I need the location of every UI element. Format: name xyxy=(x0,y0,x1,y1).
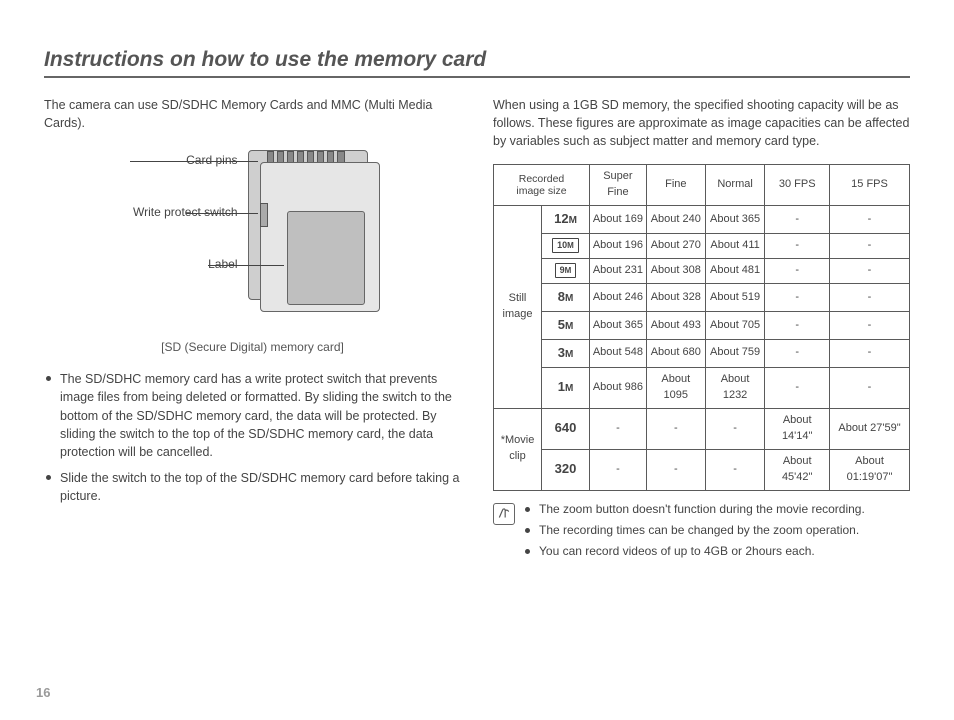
table-cell: About 1095 xyxy=(646,367,705,408)
table-cell: About 169 xyxy=(590,206,647,234)
table-cell: About 45'42" xyxy=(765,449,830,490)
table-cell: About 986 xyxy=(590,367,647,408)
right-intro: When using a 1GB SD memory, the specifie… xyxy=(493,96,910,150)
table-cell: - xyxy=(646,408,705,449)
table-cell: About 705 xyxy=(705,312,765,340)
table-cell: - xyxy=(705,408,765,449)
table-cell: About 01:19'07" xyxy=(830,449,910,490)
write-protect-switch-icon xyxy=(260,203,268,227)
table-row: 10MAbout 196About 270About 411-- xyxy=(494,234,910,259)
table-cell: About 246 xyxy=(590,284,647,312)
table-cell: About 411 xyxy=(705,234,765,259)
table-size-cell: 1M xyxy=(542,367,590,408)
table-cell: - xyxy=(765,339,830,367)
table-row: 8MAbout 246About 328About 519-- xyxy=(494,284,910,312)
table-group-label: *Movieclip xyxy=(494,408,542,490)
page-title: Instructions on how to use the memory ca… xyxy=(44,48,910,78)
sd-label-area-icon xyxy=(287,211,365,305)
table-size-cell: 10M xyxy=(542,234,590,259)
table-size-cell: 9M xyxy=(542,259,590,284)
table-cell: - xyxy=(590,408,647,449)
table-header: Normal xyxy=(705,165,765,206)
table-header: 15 FPS xyxy=(830,165,910,206)
table-cell: About 328 xyxy=(646,284,705,312)
left-intro: The camera can use SD/SDHC Memory Cards … xyxy=(44,96,461,132)
table-row: 3MAbout 548About 680About 759-- xyxy=(494,339,910,367)
table-row: 320---About 45'42"About 01:19'07" xyxy=(494,449,910,490)
table-header: Recordedimage size xyxy=(494,165,590,206)
left-bullets: The SD/SDHC memory card has a write prot… xyxy=(44,370,461,505)
table-row: Stillimage12MAbout 169About 240About 365… xyxy=(494,206,910,234)
table-cell: About 548 xyxy=(590,339,647,367)
table-cell: - xyxy=(830,206,910,234)
table-cell: About 481 xyxy=(705,259,765,284)
sd-card-diagram: Card pins Write protect switch Label [SD… xyxy=(68,146,438,356)
table-cell: - xyxy=(765,284,830,312)
note-item: The zoom button doesn't function during … xyxy=(525,501,865,518)
table-row: 9MAbout 231About 308About 481-- xyxy=(494,259,910,284)
table-cell: - xyxy=(830,284,910,312)
table-cell: - xyxy=(830,234,910,259)
table-cell: - xyxy=(705,449,765,490)
notes-list: The zoom button doesn't function during … xyxy=(523,501,865,565)
left-bullet: Slide the switch to the top of the SD/SD… xyxy=(46,469,461,505)
table-cell: About 196 xyxy=(590,234,647,259)
capacity-table: Recordedimage sizeSuper FineFineNormal30… xyxy=(493,164,910,490)
table-size-cell: 8M xyxy=(542,284,590,312)
table-row: 5MAbout 365About 493About 705-- xyxy=(494,312,910,340)
table-row: 1MAbout 986About 1095About 1232-- xyxy=(494,367,910,408)
table-row: *Movieclip640---About 14'14"About 27'59" xyxy=(494,408,910,449)
table-size-cell: 320 xyxy=(542,449,590,490)
table-size-cell: 12M xyxy=(542,206,590,234)
table-cell: - xyxy=(830,367,910,408)
table-cell: About 270 xyxy=(646,234,705,259)
table-cell: - xyxy=(590,449,647,490)
table-cell: - xyxy=(765,259,830,284)
table-cell: - xyxy=(765,312,830,340)
diagram-caption: [SD (Secure Digital) memory card] xyxy=(68,339,438,356)
table-cell: - xyxy=(646,449,705,490)
table-cell: - xyxy=(830,339,910,367)
table-cell: About 231 xyxy=(590,259,647,284)
table-size-cell: 640 xyxy=(542,408,590,449)
note-item: You can record videos of up to 4GB or 2h… xyxy=(525,543,865,560)
callout-label: Label xyxy=(68,256,238,273)
table-cell: - xyxy=(765,206,830,234)
table-cell: - xyxy=(765,234,830,259)
table-size-cell: 3M xyxy=(542,339,590,367)
table-cell: - xyxy=(830,259,910,284)
table-cell: About 14'14" xyxy=(765,408,830,449)
note-item: The recording times can be changed by th… xyxy=(525,522,865,539)
table-cell: About 365 xyxy=(705,206,765,234)
page-number: 16 xyxy=(36,685,50,700)
right-column: When using a 1GB SD memory, the specifie… xyxy=(493,96,910,565)
table-cell: About 240 xyxy=(646,206,705,234)
note-icon xyxy=(493,503,515,525)
table-size-cell: 5M xyxy=(542,312,590,340)
sd-card-icon xyxy=(248,150,378,312)
callout-write-protect: Write protect switch xyxy=(68,204,238,221)
table-header: Fine xyxy=(646,165,705,206)
table-cell: About 493 xyxy=(646,312,705,340)
table-cell: About 680 xyxy=(646,339,705,367)
left-bullet: The SD/SDHC memory card has a write prot… xyxy=(46,370,461,461)
table-cell: About 27'59" xyxy=(830,408,910,449)
table-cell: About 308 xyxy=(646,259,705,284)
table-header: 30 FPS xyxy=(765,165,830,206)
note-box: The zoom button doesn't function during … xyxy=(493,501,910,565)
table-cell: About 759 xyxy=(705,339,765,367)
table-header: Super Fine xyxy=(590,165,647,206)
table-cell: About 519 xyxy=(705,284,765,312)
table-group-label: Stillimage xyxy=(494,206,542,409)
table-cell: - xyxy=(830,312,910,340)
left-column: The camera can use SD/SDHC Memory Cards … xyxy=(44,96,461,565)
callout-card-pins: Card pins xyxy=(68,152,238,169)
table-cell: - xyxy=(765,367,830,408)
table-cell: About 365 xyxy=(590,312,647,340)
table-cell: About 1232 xyxy=(705,367,765,408)
